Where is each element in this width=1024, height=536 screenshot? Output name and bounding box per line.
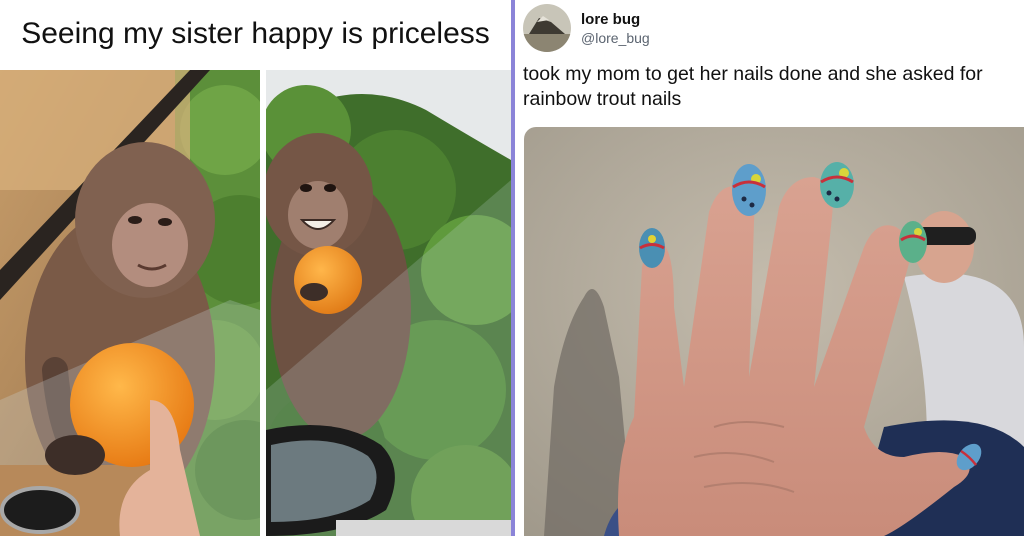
avatar[interactable] xyxy=(523,4,571,52)
left-meme-panel: Seeing my sister happy is priceless xyxy=(0,0,511,536)
macaque-smiling-photo xyxy=(266,70,511,536)
tweet-photo[interactable] xyxy=(524,127,1024,536)
macaque-reaching-photo xyxy=(0,70,260,536)
tweet-text: took my mom to get her nails done and sh… xyxy=(523,63,983,110)
meme-caption: Seeing my sister happy is priceless xyxy=(21,17,490,50)
user-handle[interactable]: @lore_bug xyxy=(581,29,650,47)
user-names: lore bug @lore_bug xyxy=(581,10,650,47)
tweet-header: lore bug @lore_bug xyxy=(523,2,650,54)
tweet-card: lore bug @lore_bug took my mom to get he… xyxy=(515,0,1024,536)
display-name[interactable]: lore bug xyxy=(581,10,650,29)
